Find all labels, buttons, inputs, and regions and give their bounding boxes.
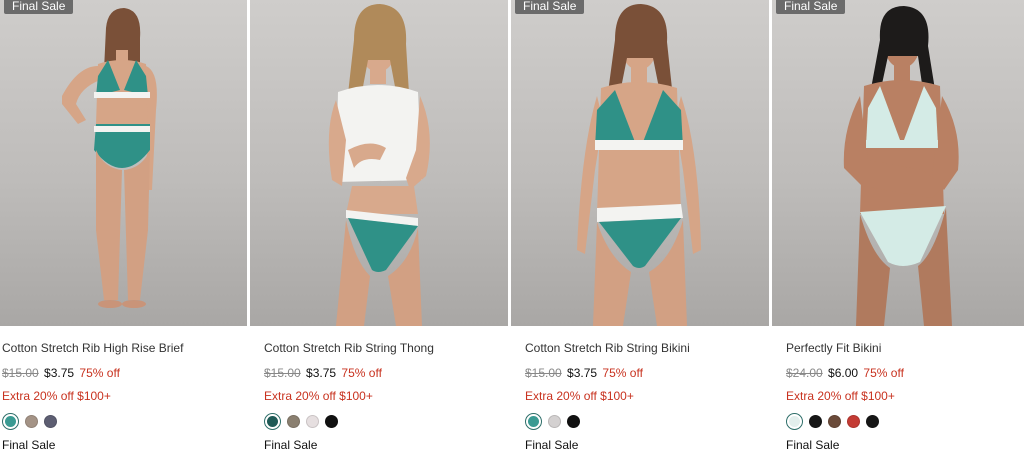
sale-price: $3.75	[567, 366, 598, 380]
product-grid: Final Sale Cotton Stretch Rib High Rise …	[0, 0, 1024, 463]
product-image[interactable]: Final Sale	[511, 0, 769, 326]
sale-price: $6.00	[828, 366, 859, 380]
original-price: $24.00	[786, 366, 823, 380]
discount-label: 75% off	[863, 366, 904, 380]
product-card[interactable]: Final Sale Cotton Stretch Rib High Rise …	[0, 0, 247, 463]
original-price: $15.00	[525, 366, 562, 380]
color-swatch[interactable]	[2, 412, 19, 430]
color-swatch[interactable]	[325, 414, 338, 428]
color-swatch[interactable]	[548, 414, 561, 428]
color-swatch[interactable]	[809, 414, 822, 428]
color-swatches	[2, 411, 57, 431]
color-swatch[interactable]	[44, 414, 57, 428]
final-sale-badge: Final Sale	[515, 0, 585, 14]
color-swatch[interactable]	[828, 414, 841, 428]
price-row: $15.00 $3.75 75% off	[264, 366, 382, 380]
product-title[interactable]: Cotton Stretch Rib High Rise Brief	[2, 341, 183, 355]
product-card[interactable]: Final Sale Perfectly Fit Bikini $24.00 $…	[772, 0, 1024, 463]
color-swatch[interactable]	[786, 412, 803, 430]
product-image[interactable]: Final Sale	[0, 0, 247, 326]
color-swatch[interactable]	[306, 414, 319, 428]
product-image[interactable]	[250, 0, 508, 326]
original-price: $15.00	[264, 366, 301, 380]
color-swatch[interactable]	[287, 414, 300, 428]
product-card[interactable]: Final Sale Cotton Stretch Rib String Bik…	[511, 0, 769, 463]
original-price: $15.00	[2, 366, 39, 380]
promo-text: Extra 20% off $100+	[786, 389, 895, 403]
final-sale-label: Final Sale	[264, 438, 318, 452]
product-title[interactable]: Cotton Stretch Rib String Thong	[264, 341, 434, 355]
color-swatches	[786, 411, 879, 431]
price-row: $15.00 $3.75 75% off	[2, 366, 120, 380]
color-swatch[interactable]	[525, 412, 542, 430]
sale-price: $3.75	[306, 366, 337, 380]
promo-text: Extra 20% off $100+	[2, 389, 111, 403]
final-sale-badge: Final Sale	[776, 0, 846, 14]
final-sale-label: Final Sale	[786, 438, 840, 452]
final-sale-label: Final Sale	[525, 438, 579, 452]
discount-label: 75% off	[602, 366, 643, 380]
product-image[interactable]: Final Sale	[772, 0, 1024, 326]
final-sale-badge: Final Sale	[4, 0, 74, 14]
color-swatches	[264, 411, 338, 431]
color-swatch[interactable]	[25, 414, 38, 428]
product-title[interactable]: Cotton Stretch Rib String Bikini	[525, 341, 690, 355]
promo-text: Extra 20% off $100+	[264, 389, 373, 403]
promo-text: Extra 20% off $100+	[525, 389, 634, 403]
product-title[interactable]: Perfectly Fit Bikini	[786, 341, 881, 355]
color-swatch[interactable]	[264, 412, 281, 430]
color-swatch[interactable]	[847, 414, 860, 428]
discount-label: 75% off	[341, 366, 382, 380]
product-card[interactable]: Cotton Stretch Rib String Thong $15.00 $…	[250, 0, 508, 463]
price-row: $15.00 $3.75 75% off	[525, 366, 643, 380]
color-swatch[interactable]	[567, 414, 580, 428]
price-row: $24.00 $6.00 75% off	[786, 366, 904, 380]
discount-label: 75% off	[79, 366, 120, 380]
sale-price: $3.75	[44, 366, 75, 380]
final-sale-label: Final Sale	[2, 438, 56, 452]
color-swatches	[525, 411, 580, 431]
color-swatch[interactable]	[866, 414, 879, 428]
